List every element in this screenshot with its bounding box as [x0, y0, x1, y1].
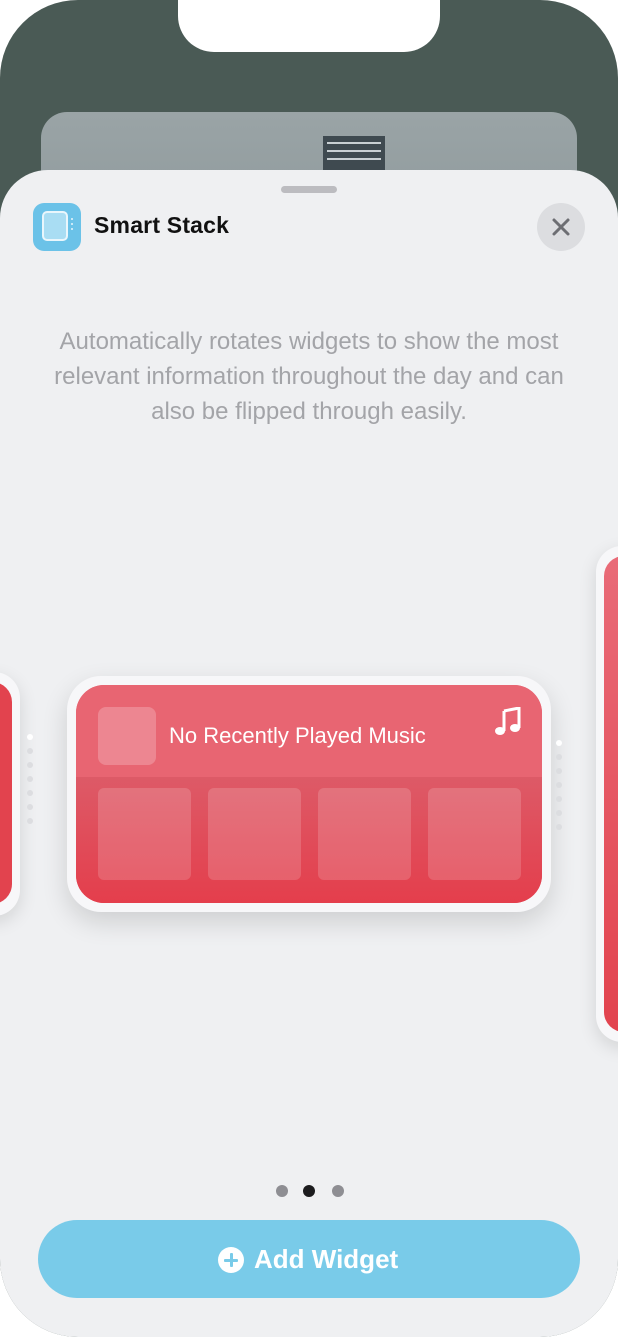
add-widget-button[interactable]: Add Widget [38, 1220, 580, 1298]
previous-widget-preview[interactable] [0, 672, 20, 916]
page-dot[interactable] [276, 1185, 288, 1197]
widget-description: Automatically rotates widgets to show th… [54, 328, 564, 425]
recent-album-tile [208, 788, 301, 880]
sheet-grabber[interactable] [281, 186, 337, 193]
stack-indicator-right [556, 740, 562, 838]
plus-circle-icon [218, 1247, 244, 1273]
widget-gallery-sheet: Smart Stack Automatically rotates widget… [0, 170, 618, 1337]
page-dot-active[interactable] [303, 1185, 315, 1197]
music-widget-preview[interactable]: No Recently Played Music [67, 676, 551, 912]
music-note-icon [495, 707, 521, 735]
album-artwork-placeholder [98, 707, 156, 765]
page-dot[interactable] [332, 1185, 344, 1197]
add-widget-label: Add Widget [254, 1244, 399, 1274]
device-screen: Smart Stack Automatically rotates widget… [0, 0, 618, 1337]
smart-stack-icon [33, 203, 81, 251]
music-status-label: No Recently Played Music [169, 723, 426, 748]
recent-album-tile [98, 788, 191, 880]
recent-album-tile [318, 788, 411, 880]
next-widget-preview[interactable] [596, 546, 618, 1042]
stack-indicator-left [27, 734, 33, 832]
device-notch [178, 0, 440, 52]
close-icon [552, 218, 570, 236]
recent-album-tile [428, 788, 521, 880]
sheet-title: Smart Stack [94, 212, 230, 238]
page-indicator[interactable] [274, 1185, 350, 1197]
close-button[interactable] [537, 203, 585, 251]
music-widget: No Recently Played Music [76, 685, 542, 903]
